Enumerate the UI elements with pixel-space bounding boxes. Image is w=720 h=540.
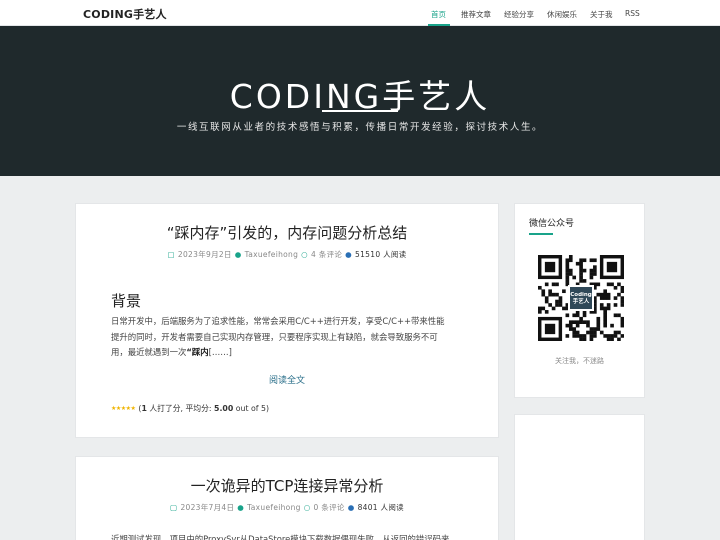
excerpt-line: 日常开发中，后端服务为了追求性能，常常会采用C/C++进行开发，享受C/C++带… bbox=[111, 316, 445, 326]
nav-item-recommended[interactable]: 推荐文章 bbox=[461, 9, 491, 20]
post-meta: ▢ 2023年7月4日 ● Taxuefeihong ○ 0 条评论 ● 840… bbox=[76, 502, 498, 513]
hero-divider bbox=[322, 110, 398, 112]
post-views: 51510 人阅读 bbox=[355, 250, 407, 259]
post-date[interactable]: 2023年7月4日 bbox=[180, 502, 234, 513]
site-brand[interactable]: CODING手艺人 bbox=[83, 6, 167, 22]
hero-subtitle: 一线互联网从业者的技术感悟与积累，传播日常开发经验，探讨技术人生。 bbox=[176, 122, 544, 133]
post-date[interactable]: 2023年9月2日 bbox=[178, 249, 232, 260]
excerpt-line: 用，最近就遇到一次“踩内[……] bbox=[111, 347, 232, 357]
post-views: 8401 人阅读 bbox=[357, 503, 404, 512]
calendar-icon: ▢ bbox=[170, 503, 178, 512]
sidebar-widget bbox=[514, 414, 645, 540]
hero-banner: CODING手艺人 一线互联网从业者的技术感悟与积累，传播日常开发经验，探讨技术… bbox=[0, 26, 720, 176]
rating-text: (1 人打了分, 平均分: 5.00 out of 5) bbox=[138, 404, 269, 413]
post-excerpt: 近期测试发现，项目中的ProxySvr从DataStore模块下载数据偶现失败，… bbox=[111, 534, 450, 540]
post-excerpt: 日常开发中，后端服务为了追求性能，常常会采用C/C++进行开发，享受C/C++带… bbox=[111, 314, 467, 361]
post-title[interactable]: 一次诡异的TCP连接异常分析 bbox=[76, 475, 498, 496]
users-icon: ● bbox=[347, 503, 355, 512]
nav-item-experience[interactable]: 经验分享 bbox=[504, 9, 534, 20]
post-author[interactable]: Taxuefeihong bbox=[247, 503, 301, 512]
post-rating: ★★★★★ (1 人打了分, 平均分: 5.00 out of 5) bbox=[111, 403, 269, 414]
nav-item-leisure[interactable]: 休闲娱乐 bbox=[547, 9, 577, 20]
comment-icon: ○ bbox=[301, 250, 309, 259]
post-card: 一次诡异的TCP连接异常分析 ▢ 2023年7月4日 ● Taxuefeihon… bbox=[75, 456, 499, 540]
excerpt-more-link[interactable]: [……] bbox=[209, 347, 232, 357]
qr-logo: Coding 手艺人 bbox=[568, 285, 594, 311]
star-rating-icon[interactable]: ★★★★★ bbox=[111, 405, 136, 412]
post-comments[interactable]: 4 条评论 bbox=[311, 249, 342, 260]
qr-caption: 关注我，不迷路 bbox=[555, 357, 604, 365]
widget-title-underline bbox=[529, 233, 553, 235]
qr-code: Coding 手艺人 bbox=[538, 255, 625, 342]
post-title[interactable]: “踩内存”引发的，内存问题分析总结 bbox=[76, 222, 498, 243]
wechat-widget: 微信公众号 Coding 手艺人 关注我，不迷路 bbox=[514, 203, 645, 398]
post-card: “踩内存”引发的，内存问题分析总结 ▢ 2023年9月2日 ● Taxuefei… bbox=[75, 203, 499, 438]
top-navbar: CODING手艺人 首页 推荐文章 经验分享 休闲娱乐 关于我 RSS bbox=[0, 0, 720, 26]
calendar-icon: ▢ bbox=[167, 250, 175, 259]
widget-title: 微信公众号 bbox=[529, 219, 575, 229]
comment-icon: ○ bbox=[303, 503, 311, 512]
excerpt-line: 提升的同时，开发者需要自己实现内存管理，只要程序实现上有缺陷，就会导致服务不可 bbox=[111, 331, 438, 342]
user-icon: ● bbox=[234, 250, 242, 259]
post-author[interactable]: Taxuefeihong bbox=[245, 250, 299, 259]
post-comments[interactable]: 0 条评论 bbox=[314, 502, 345, 513]
user-icon: ● bbox=[237, 503, 245, 512]
nav-item-rss[interactable]: RSS bbox=[625, 9, 640, 18]
excerpt-bold: “踩内 bbox=[186, 347, 209, 357]
post-meta: ▢ 2023年9月2日 ● Taxuefeihong ○ 4 条评论 ● 515… bbox=[76, 249, 498, 260]
nav-item-about[interactable]: 关于我 bbox=[590, 9, 613, 20]
users-icon: ● bbox=[345, 250, 353, 259]
nav-item-home[interactable]: 首页 bbox=[431, 9, 446, 20]
section-heading: 背景 bbox=[111, 292, 142, 310]
read-more-link[interactable]: 阅读全文 bbox=[76, 373, 498, 386]
